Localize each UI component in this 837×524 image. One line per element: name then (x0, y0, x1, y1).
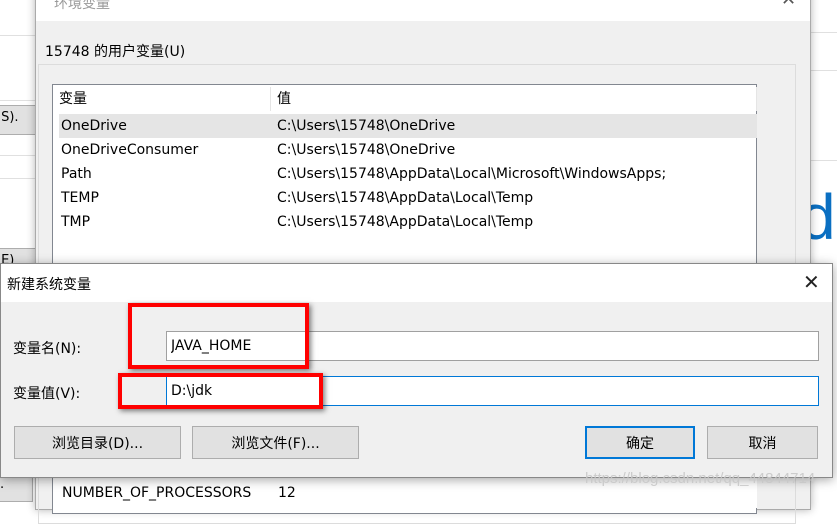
window-title: 环境变量 (54, 0, 110, 12)
highlight-box (118, 373, 323, 409)
group-label: 15748 的用户变量(U) (42, 41, 189, 61)
divider (0, 178, 40, 179)
close-icon[interactable]: ✕ (781, 0, 796, 10)
variable-name: OneDrive (61, 118, 127, 134)
divider (810, 160, 837, 161)
divider (0, 35, 40, 36)
column-header-variable[interactable]: 变量 (53, 87, 271, 111)
variable-value: C:\Users\15748\OneDrive (277, 118, 456, 134)
column-header-value[interactable]: 值 (271, 87, 757, 111)
variable-name: Path (61, 166, 92, 182)
list-item[interactable]: OneDrive C:\Users\15748\OneDrive (59, 114, 757, 138)
divider (810, 70, 837, 71)
new-system-variable-dialog: 新建系统变量 ✕ 变量名(N): 变量值(V): 浏览目录(D)... 浏览文件… (0, 263, 833, 478)
browse-directory-button[interactable]: 浏览目录(D)... (14, 426, 181, 459)
variable-name: TMP (61, 214, 91, 230)
watermark: https://blog.csdn.net/qq_44844714 (585, 470, 816, 487)
variable-value-label: 变量值(V): (13, 386, 81, 402)
divider (0, 100, 40, 101)
ok-button[interactable]: 确定 (585, 426, 695, 459)
list-item[interactable]: OneDriveConsumer C:\Users\15748\OneDrive (59, 138, 757, 162)
variable-value: C:\Users\15748\OneDrive (277, 142, 456, 158)
variable-value: C:\Users\15748\AppData\Local\Temp (277, 214, 534, 230)
divider (0, 155, 40, 156)
variable-name: OneDriveConsumer (61, 142, 199, 158)
variable-value: 12 (278, 485, 296, 501)
variable-name: NUMBER_OF_PROCESSORS (62, 485, 252, 501)
browse-file-button[interactable]: 浏览文件(F)... (192, 426, 359, 459)
variable-name-label: 变量名(N): (13, 341, 82, 357)
close-icon[interactable]: ✕ (803, 270, 820, 294)
list-item[interactable]: TEMP C:\Users\15748\AppData\Local\Temp (59, 186, 757, 210)
background-button[interactable]: (S). (0, 105, 37, 135)
variable-name: TEMP (61, 190, 99, 206)
highlight-box (128, 303, 309, 369)
dialog-title: 新建系统变量 (7, 277, 91, 293)
list-item[interactable]: TMP C:\Users\15748\AppData\Local\Temp (59, 210, 757, 234)
variable-value: C:\Users\15748\AppData\Local\Microsoft\W… (277, 166, 667, 182)
list-item[interactable]: Path C:\Users\15748\AppData\Local\Microso… (59, 162, 757, 186)
cancel-button[interactable]: 取消 (707, 426, 818, 459)
title-bar: 环境变量 ✕ (36, 0, 810, 21)
title-bar: 新建系统变量 ✕ (1, 264, 832, 302)
variable-value: C:\Users\15748\AppData\Local\Temp (277, 190, 534, 206)
divider (810, 32, 837, 33)
